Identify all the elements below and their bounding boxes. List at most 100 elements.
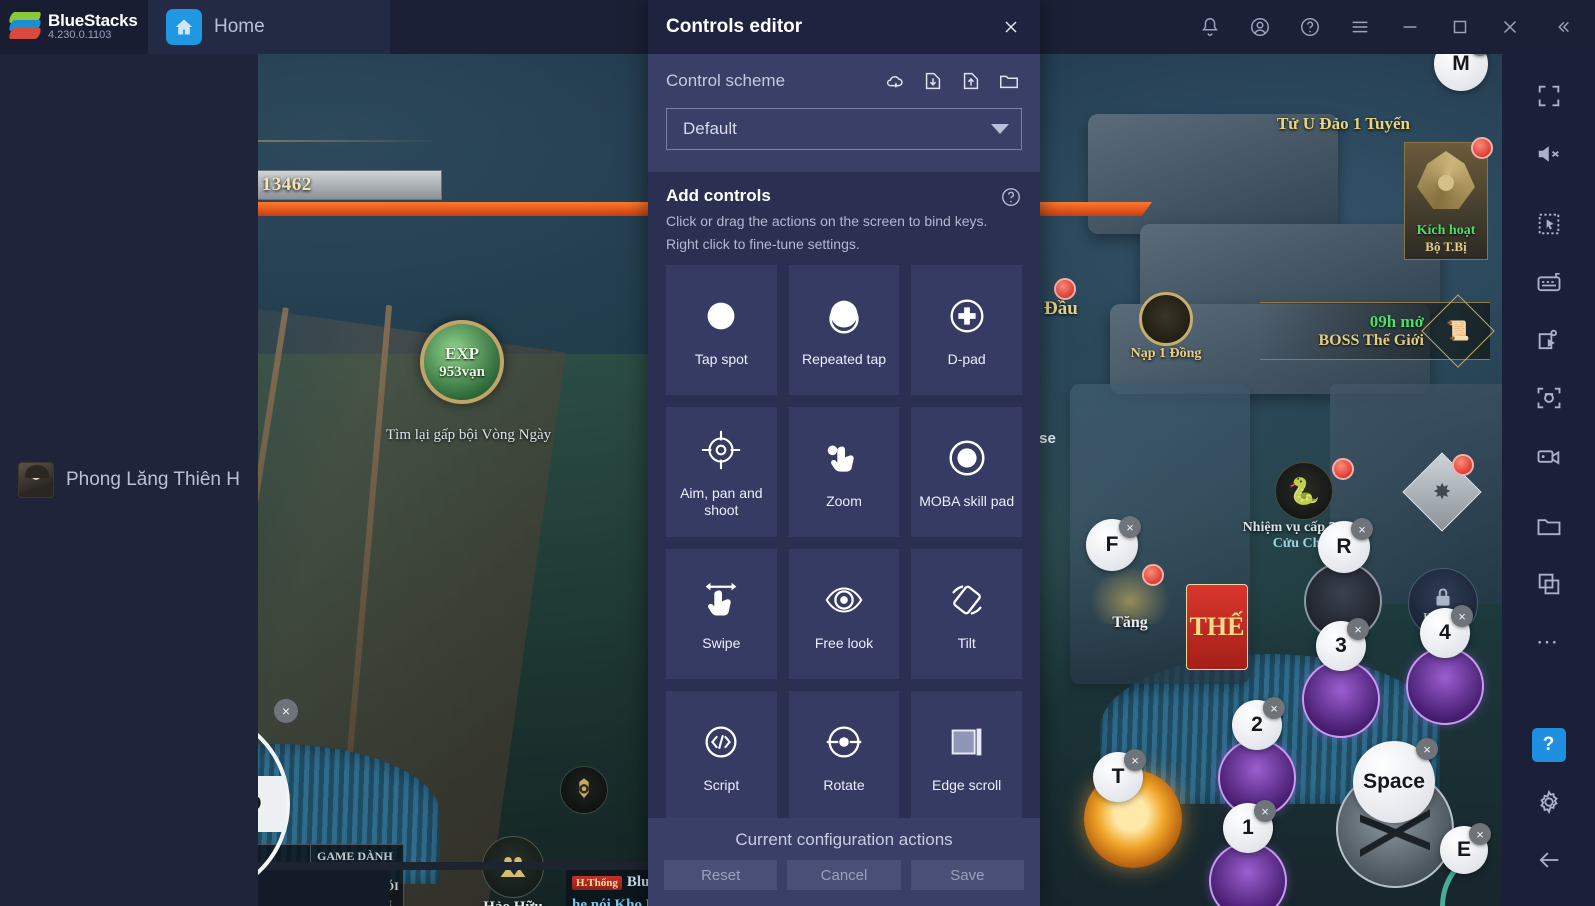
keybind-2[interactable]: 2 ×: [1232, 697, 1285, 750]
friends-button[interactable]: Hảo Hữu: [478, 836, 548, 906]
close-icon[interactable]: [1485, 0, 1535, 54]
keybind-space[interactable]: Space ×: [1353, 738, 1438, 823]
remove-binding-icon[interactable]: ×: [1124, 749, 1146, 771]
topup-button[interactable]: Nạp 1 Đồng: [1118, 292, 1214, 362]
keybind-m[interactable]: M ×: [1434, 54, 1491, 91]
collapse-sidebar-icon[interactable]: [1535, 0, 1589, 54]
help-icon[interactable]: [1285, 0, 1335, 54]
remove-binding-icon[interactable]: ×: [1263, 697, 1285, 719]
filled-circle-icon: [698, 291, 744, 341]
add-controls-desc-1: Click or drag the actions on the screen …: [666, 213, 988, 229]
more-options-icon[interactable]: ⋯: [1518, 614, 1580, 670]
bluestacks-logo-icon: [7, 12, 43, 42]
keyboard-controls-icon[interactable]: [1518, 254, 1580, 310]
cursor-select-icon[interactable]: [1518, 196, 1580, 252]
remove-binding-icon[interactable]: ×: [1469, 823, 1491, 845]
remove-binding-icon[interactable]: ×: [1254, 800, 1276, 822]
brand-name: BlueStacks: [48, 11, 138, 31]
control-tile-dpad[interactable]: D-pad: [911, 264, 1022, 395]
close-icon[interactable]: [996, 12, 1026, 42]
keybind-f[interactable]: F ×: [1086, 516, 1141, 571]
dialog-header: Controls editor: [648, 0, 1040, 54]
video-record-icon[interactable]: [1518, 428, 1580, 484]
remove-binding-icon[interactable]: ×: [1347, 618, 1369, 640]
import-scheme-icon[interactable]: [920, 68, 946, 94]
control-tile-label: MOBA skill pad: [919, 493, 1015, 510]
keybind-1[interactable]: 1 ×: [1223, 800, 1276, 853]
control-tile-swipe[interactable]: Swipe: [666, 548, 777, 679]
control-tile-zoom[interactable]: Zoom: [788, 406, 900, 537]
control-tile-tap-spot[interactable]: Tap spot: [666, 264, 777, 395]
skill-slot-3[interactable]: [1302, 660, 1380, 738]
titlebar-controls: [1185, 0, 1595, 54]
account-icon[interactable]: [1235, 0, 1285, 54]
remove-binding-icon[interactable]: ×: [1451, 605, 1473, 627]
maximize-icon[interactable]: [1435, 0, 1485, 54]
home-icon: [166, 9, 202, 45]
remove-binding-icon[interactable]: ×: [274, 699, 298, 723]
exp-orb-title: EXP: [445, 343, 479, 363]
control-tile-moba-skill-pad[interactable]: MOBA skill pad: [911, 406, 1022, 537]
screenshot-icon[interactable]: [1518, 370, 1580, 426]
emblem-button[interactable]: [560, 766, 608, 814]
world-boss-banner[interactable]: 09h mở BOSS Thế Giới 📜: [1260, 294, 1495, 368]
keybind-r-label: R: [1336, 535, 1352, 558]
control-tile-edge-scroll[interactable]: Edge scroll: [911, 690, 1022, 818]
control-tile-repeated-tap[interactable]: Repeated tap: [788, 264, 900, 395]
head-button[interactable]: Đầu: [1044, 278, 1078, 320]
footer-title: Current configuration actions: [735, 830, 953, 849]
add-controls-section: Add controls Click or drag the actions o…: [648, 172, 1040, 259]
mute-icon[interactable]: [1518, 126, 1580, 182]
tab-game[interactable]: Phong Lăng Thiên Hạ: [0, 54, 258, 906]
keybind-t[interactable]: T ×: [1093, 749, 1146, 802]
control-scheme-select[interactable]: Default: [666, 108, 1022, 150]
remove-binding-icon[interactable]: ×: [1119, 516, 1141, 538]
keybind-3-label: 3: [1335, 634, 1347, 657]
activate-label: Kích hoạt: [1416, 223, 1476, 238]
exp-orb-value: 953vạn: [439, 363, 485, 380]
media-folder-icon[interactable]: [1518, 498, 1580, 554]
exp-orb-button[interactable]: EXP 953vạn: [420, 320, 504, 404]
coin-icon: [1139, 292, 1193, 346]
cancel-button[interactable]: Cancel: [787, 860, 901, 890]
notification-bell-icon[interactable]: [1185, 0, 1235, 54]
remove-binding-icon[interactable]: ×: [1351, 518, 1373, 540]
open-folder-icon[interactable]: [996, 68, 1022, 94]
keybind-3[interactable]: 3 ×: [1316, 618, 1369, 671]
control-tile-label: Tilt: [957, 635, 976, 652]
multi-instance-icon[interactable]: [1518, 556, 1580, 612]
remove-binding-icon[interactable]: ×: [1469, 54, 1491, 56]
control-tile-rotate[interactable]: Rotate: [788, 690, 900, 818]
control-tile-tilt[interactable]: Tilt: [911, 548, 1022, 679]
macro-play-icon[interactable]: [1518, 312, 1580, 368]
help-button-icon[interactable]: ?: [1531, 728, 1566, 762]
cloud-sync-icon[interactable]: [882, 68, 908, 94]
rotate-dot-icon: [821, 717, 867, 767]
skill-slot-4[interactable]: [1406, 647, 1484, 725]
activate-gear-card[interactable]: Kích hoạt Bộ T.Bị: [1404, 137, 1493, 260]
stacked-circle-icon: [821, 291, 867, 341]
back-arrow-icon[interactable]: [1518, 832, 1580, 888]
control-tile-script[interactable]: Script: [666, 690, 777, 818]
keybind-r[interactable]: R ×: [1318, 518, 1373, 573]
hamburger-menu-icon[interactable]: [1335, 0, 1385, 54]
fullscreen-icon[interactable]: [1518, 68, 1580, 124]
save-button[interactable]: Save: [910, 860, 1024, 890]
question-mark-icon[interactable]: [1000, 186, 1022, 208]
reset-button[interactable]: Reset: [664, 860, 778, 890]
friends-label: Hảo Hữu: [478, 899, 548, 906]
control-tile-free-look[interactable]: Free look: [788, 548, 900, 679]
dpad-icon: [944, 291, 990, 341]
keybind-4[interactable]: 4 ×: [1420, 605, 1473, 658]
settings-gear-icon[interactable]: [1518, 774, 1580, 830]
keybind-e[interactable]: E ×: [1440, 823, 1491, 874]
control-tile-label: D-pad: [947, 351, 986, 368]
control-tile-aim-pan-shoot[interactable]: Aim, pan and shoot: [666, 406, 777, 537]
minimize-icon[interactable]: [1385, 0, 1435, 54]
tab-home[interactable]: Home: [148, 0, 390, 54]
gift-card-button[interactable]: THẾ: [1186, 584, 1248, 670]
export-scheme-icon[interactable]: [958, 68, 984, 94]
control-tile-label: Edge scroll: [932, 777, 1002, 794]
chat-line-2[interactable]: he nói Kho B: [572, 897, 656, 906]
remove-binding-icon[interactable]: ×: [1416, 738, 1438, 760]
